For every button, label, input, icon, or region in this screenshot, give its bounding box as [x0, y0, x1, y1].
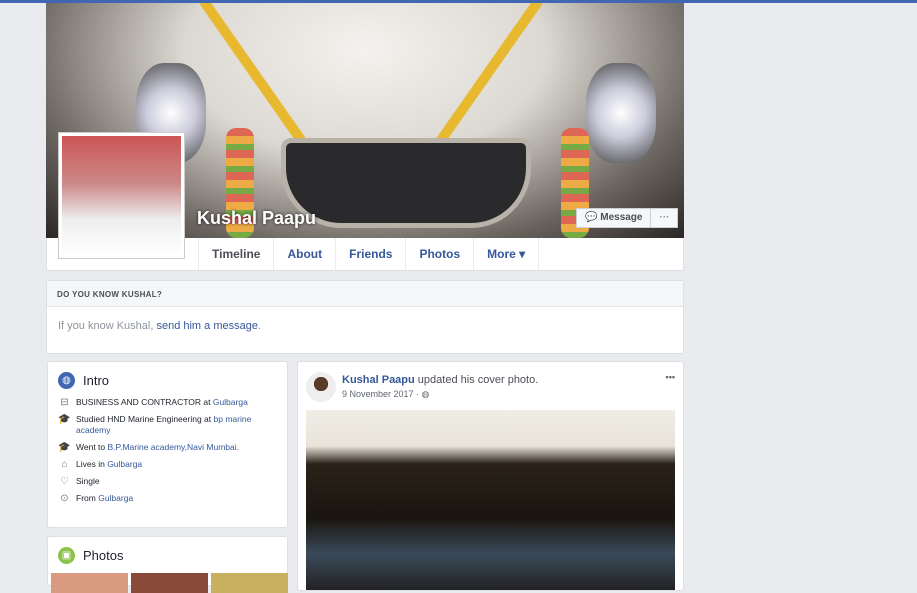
- intro-item: ⊙ From Gulbarga: [58, 493, 277, 504]
- intro-item-link[interactable]: Gulbarga: [107, 459, 142, 469]
- intro-item: ♡ Single: [58, 476, 277, 487]
- post-avatar[interactable]: [306, 372, 336, 402]
- intro-item-text: Went to: [76, 442, 108, 452]
- tab-about[interactable]: About: [274, 238, 337, 270]
- intro-item-text: Studied HND Marine Engineering at: [76, 414, 214, 424]
- post-card: Kushal Paapu updated his cover photo. 9 …: [297, 361, 684, 591]
- intro-item: ⊟ BUSINESS AND CONTRACTOR at Gulbarga: [58, 397, 277, 408]
- intro-item: ⌂ Lives in Gulbarga: [58, 459, 277, 470]
- tab-friends[interactable]: Friends: [336, 238, 407, 270]
- message-label: Message: [600, 212, 643, 223]
- tab-more[interactable]: More ▾: [474, 238, 540, 270]
- post-date[interactable]: 9 November 2017 ·: [342, 389, 422, 399]
- post-action: updated his cover photo.: [414, 374, 539, 386]
- location-pin-icon: ⊙: [60, 493, 69, 504]
- messenger-icon: 💬: [585, 212, 601, 223]
- know-end: .: [257, 320, 262, 332]
- briefcase-icon: ⊟: [60, 397, 69, 408]
- send-message-link[interactable]: send him a message: [156, 320, 258, 332]
- tab-photos[interactable]: Photos: [406, 238, 475, 270]
- intro-item-link[interactable]: B.P.Marine academy,Navi Mumbai.: [108, 442, 240, 452]
- photo-thumb[interactable]: [131, 573, 208, 593]
- post-image[interactable]: [306, 410, 675, 590]
- post-menu-button[interactable]: •••: [666, 372, 675, 402]
- intro-title: Intro: [83, 373, 110, 388]
- photos-title[interactable]: Photos: [83, 548, 123, 563]
- intro-item-text: BUSINESS AND CONTRACTOR at: [76, 397, 213, 407]
- photo-icon: ▣: [58, 547, 75, 564]
- globe-icon: ◍: [421, 389, 430, 399]
- graduation-cap-icon: 🎓: [58, 414, 71, 425]
- intro-item-link[interactable]: Gulbarga: [98, 493, 133, 503]
- intro-item-link[interactable]: Gulbarga: [213, 397, 248, 407]
- photo-thumb[interactable]: [51, 573, 128, 593]
- intro-item-text: Lives in: [76, 459, 108, 469]
- profile-picture[interactable]: [58, 132, 185, 259]
- photo-thumb[interactable]: [211, 573, 288, 593]
- do-you-know-title: DO YOU KNOW KUSHAL?: [47, 281, 683, 307]
- intro-item: 🎓 Went to B.P.Marine academy,Navi Mumbai.: [58, 442, 277, 453]
- intro-item-text: Single: [76, 476, 100, 486]
- tab-timeline[interactable]: Timeline: [198, 238, 275, 270]
- intro-item-text: From: [76, 493, 99, 503]
- know-text: If you know Kushal,: [58, 320, 157, 332]
- intro-item: 🎓 Studied HND Marine Engineering at bp ma…: [58, 414, 277, 436]
- more-options-button[interactable]: ···: [650, 209, 677, 227]
- profile-name[interactable]: Kushal Paapu: [197, 208, 316, 229]
- home-icon: ⌂: [61, 459, 68, 470]
- message-button[interactable]: 💬 Message: [577, 209, 650, 227]
- post-author[interactable]: Kushal Paapu: [342, 374, 415, 386]
- do-you-know-box: DO YOU KNOW KUSHAL? If you know Kushal, …: [46, 280, 684, 354]
- intro-card: ◍ Intro ⊟ BUSINESS AND CONTRACTOR at Gulba…: [47, 361, 288, 528]
- heart-icon: ♡: [60, 476, 69, 487]
- globe-icon: ◍: [58, 372, 75, 389]
- graduation-cap-icon: 🎓: [58, 442, 71, 453]
